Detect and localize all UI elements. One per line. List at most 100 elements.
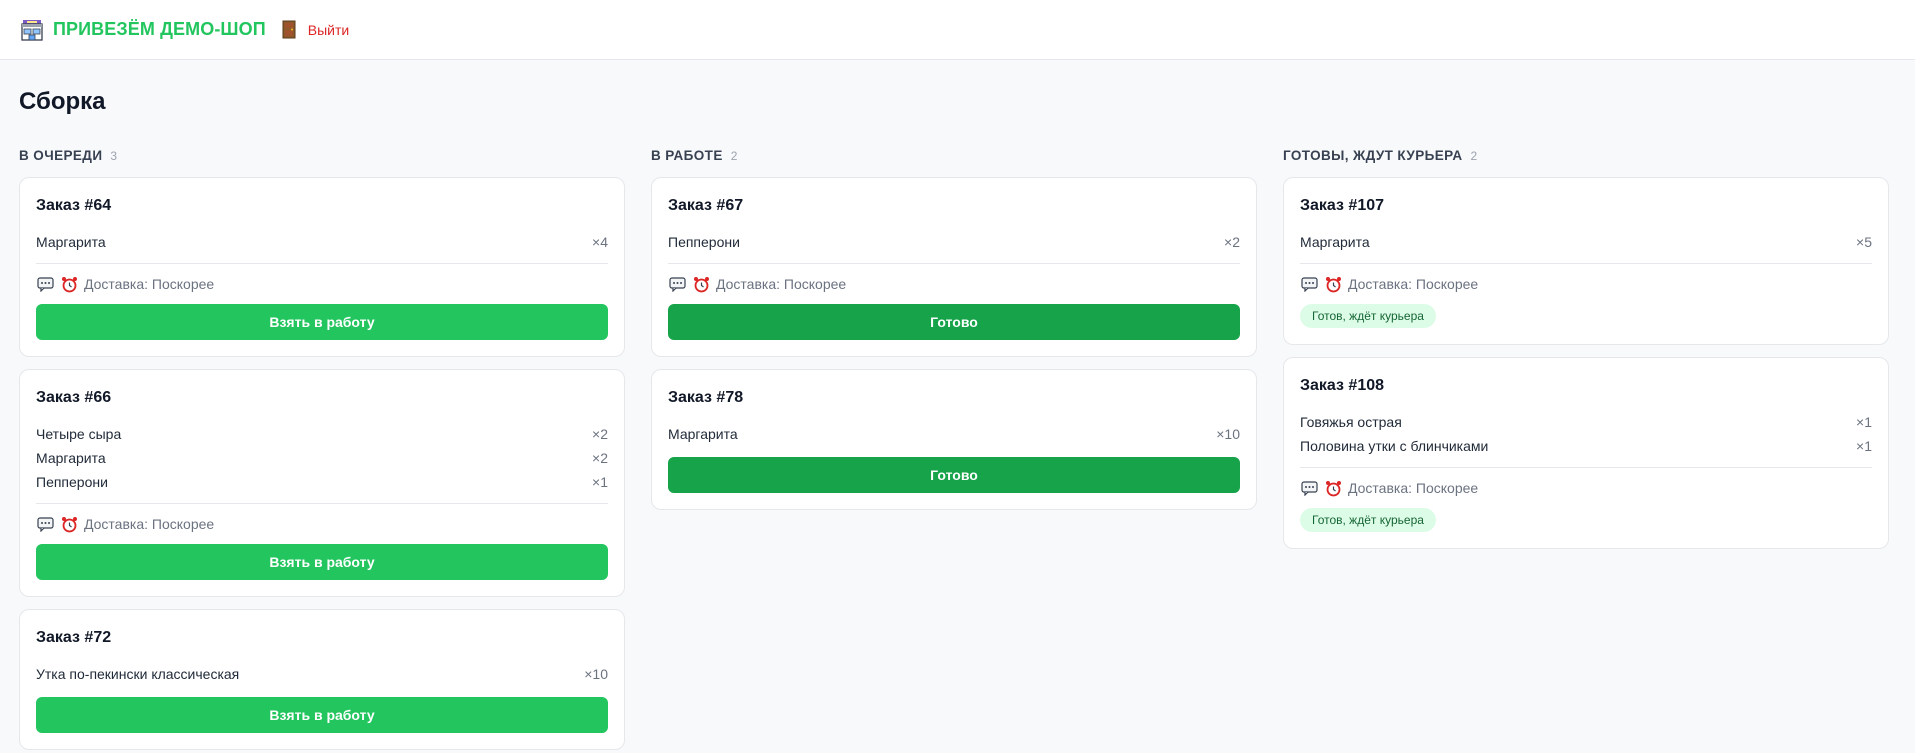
list-item: Маргарита ×5	[1300, 230, 1872, 254]
list-item: Утка по-пекински классическая ×10	[36, 662, 608, 686]
list-item: Говяжья острая ×1	[1300, 410, 1872, 434]
column-title: В РАБОТЕ	[651, 148, 723, 163]
list-item: Половина утки с блинчиками ×1	[1300, 434, 1872, 458]
order-card: Заказ #107 Маргарита ×5 Доставка: Поскор…	[1283, 177, 1889, 345]
list-item: Маргарита ×4	[36, 230, 608, 254]
item-qty: ×1	[592, 474, 608, 490]
take-to-work-button[interactable]: Взять в работу	[36, 304, 608, 340]
divider	[36, 263, 608, 264]
column-header: В ОЧЕРЕДИ 3	[19, 148, 625, 164]
delivery-meta: Доставка: Поскорее	[36, 274, 608, 294]
item-name: Пепперони	[668, 234, 740, 250]
status-badge: Готов, ждёт курьера	[1300, 508, 1436, 532]
order-items: Пепперони ×2	[668, 230, 1240, 254]
order-card: Заказ #78 Маргарита ×10 Готово	[651, 369, 1257, 510]
order-card: Заказ #72 Утка по-пекински классическая …	[19, 609, 625, 750]
done-button[interactable]: Готово	[668, 304, 1240, 340]
brand-title[interactable]: ПРИВЕЗЁМ ДЕМО-ШОП	[53, 19, 266, 40]
item-qty: ×1	[1856, 414, 1872, 430]
page-title: Сборка	[19, 88, 106, 115]
item-name: Четыре сыра	[36, 426, 122, 442]
column-header: В РАБОТЕ 2	[651, 148, 1257, 164]
item-qty: ×1	[1856, 438, 1872, 454]
logout-button[interactable]: Выйти	[282, 20, 349, 39]
top-bar: ПРИВЕЗЁМ ДЕМО-ШОП Выйти	[0, 0, 1915, 60]
delivery-text: Доставка: Поскорее	[84, 276, 215, 292]
order-items: Четыре сыра ×2 Маргарита ×2 Пепперони ×1	[36, 422, 608, 494]
item-name: Маргарита	[668, 426, 738, 442]
speech-bubble-icon	[1300, 479, 1318, 497]
order-title: Заказ #78	[668, 389, 744, 406]
order-items: Маргарита ×5	[1300, 230, 1872, 254]
order-items: Утка по-пекински классическая ×10	[36, 662, 608, 686]
done-button[interactable]: Готово	[668, 457, 1240, 493]
item-name: Половина утки с блинчиками	[1300, 438, 1489, 454]
alarm-clock-icon	[1324, 479, 1342, 497]
column-count: 2	[730, 149, 738, 163]
alarm-clock-icon	[60, 275, 78, 293]
item-name: Маргарита	[36, 234, 106, 250]
column-title: В ОЧЕРЕДИ	[19, 148, 103, 163]
item-qty: ×5	[1856, 234, 1872, 250]
order-card: Заказ #67 Пепперони ×2 Доставка: Поскоре…	[651, 177, 1257, 357]
item-qty: ×4	[592, 234, 608, 250]
item-name: Говяжья острая	[1300, 414, 1402, 430]
speech-bubble-icon	[668, 275, 686, 293]
delivery-text: Доставка: Поскорее	[1348, 276, 1479, 292]
list-item: Пепперони ×1	[36, 470, 608, 494]
divider	[668, 263, 1240, 264]
divider	[1300, 263, 1872, 264]
delivery-meta: Доставка: Поскорее	[1300, 478, 1872, 498]
divider	[36, 503, 608, 504]
take-to-work-button[interactable]: Взять в работу	[36, 544, 608, 580]
item-qty: ×2	[592, 426, 608, 442]
item-qty: ×10	[1216, 426, 1240, 442]
order-title: Заказ #66	[36, 389, 112, 406]
list-item: Четыре сыра ×2	[36, 422, 608, 446]
speech-bubble-icon	[36, 275, 54, 293]
order-items: Маргарита ×10	[668, 422, 1240, 446]
item-name: Маргарита	[1300, 234, 1370, 250]
order-title: Заказ #108	[1300, 377, 1385, 394]
delivery-meta: Доставка: Поскорее	[1300, 274, 1872, 294]
delivery-text: Доставка: Поскорее	[1348, 480, 1479, 496]
column-ready: ГОТОВЫ, ЖДУТ КУРЬЕРА 2 Заказ #107 Маргар…	[1283, 148, 1889, 753]
kanban-board: В ОЧЕРЕДИ 3 Заказ #64 Маргарита ×4 Доста…	[19, 148, 1896, 753]
order-card: Заказ #64 Маргарита ×4 Доставка: Поскоре…	[19, 177, 625, 357]
item-qty: ×2	[1224, 234, 1240, 250]
order-items: Маргарита ×4	[36, 230, 608, 254]
column-count: 2	[1470, 149, 1478, 163]
order-card: Заказ #108 Говяжья острая ×1 Половина ут…	[1283, 357, 1889, 549]
speech-bubble-icon	[1300, 275, 1318, 293]
divider	[1300, 467, 1872, 468]
item-name: Пепперони	[36, 474, 108, 490]
list-item: Пепперони ×2	[668, 230, 1240, 254]
door-icon	[282, 20, 296, 39]
logout-label: Выйти	[307, 21, 350, 38]
main-content: Сборка В ОЧЕРЕДИ 3 Заказ #64 Маргарита ×…	[0, 60, 1915, 753]
delivery-text: Доставка: Поскорее	[716, 276, 847, 292]
delivery-text: Доставка: Поскорее	[84, 516, 215, 532]
alarm-clock-icon	[692, 275, 710, 293]
list-item: Маргарита ×2	[36, 446, 608, 470]
order-title: Заказ #107	[1300, 197, 1385, 214]
order-card: Заказ #66 Четыре сыра ×2 Маргарита ×2 Пе…	[19, 369, 625, 597]
item-name: Маргарита	[36, 450, 106, 466]
take-to-work-button[interactable]: Взять в работу	[36, 697, 608, 733]
alarm-clock-icon	[1324, 275, 1342, 293]
delivery-meta: Доставка: Поскорее	[36, 514, 608, 534]
order-items: Говяжья острая ×1 Половина утки с блинчи…	[1300, 410, 1872, 458]
status-badge: Готов, ждёт курьера	[1300, 304, 1436, 328]
speech-bubble-icon	[36, 515, 54, 533]
item-qty: ×2	[592, 450, 608, 466]
order-title: Заказ #67	[668, 197, 744, 214]
item-qty: ×10	[584, 666, 608, 682]
column-header: ГОТОВЫ, ЖДУТ КУРЬЕРА 2	[1283, 148, 1889, 164]
shop-icon	[19, 17, 45, 43]
list-item: Маргарита ×10	[668, 422, 1240, 446]
column-queue: В ОЧЕРЕДИ 3 Заказ #64 Маргарита ×4 Доста…	[19, 148, 625, 753]
order-title: Заказ #64	[36, 197, 112, 214]
delivery-meta: Доставка: Поскорее	[668, 274, 1240, 294]
column-count: 3	[110, 149, 118, 163]
column-title: ГОТОВЫ, ЖДУТ КУРЬЕРА	[1283, 148, 1463, 163]
